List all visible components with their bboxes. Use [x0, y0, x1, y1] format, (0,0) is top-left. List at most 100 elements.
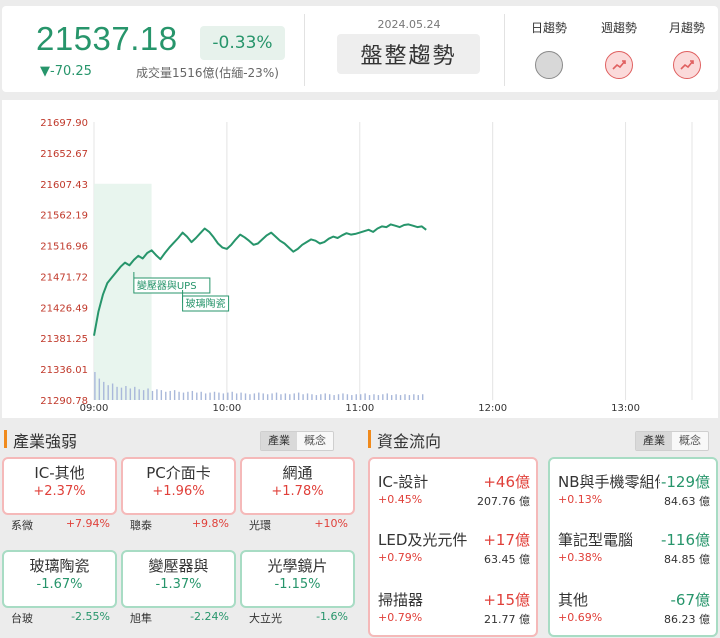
- daily-trend-label: 日趨勢: [530, 21, 567, 35]
- fund-percent: +0.79%: [378, 551, 423, 564]
- leading-stock[interactable]: 旭隼 -2.24%: [130, 610, 229, 630]
- tab-concept[interactable]: 概念: [672, 432, 708, 450]
- industry-name: IC-其他: [34, 464, 85, 482]
- industry-section-title: 產業強弱: [13, 432, 78, 451]
- industry-card[interactable]: PC介面卡 +1.96%: [121, 457, 236, 515]
- stock-name: 旭隼: [130, 612, 152, 625]
- industry-card[interactable]: IC-其他 +2.37%: [2, 457, 117, 515]
- industry-section-header: 產業強弱: [4, 428, 114, 451]
- trend-up-icon[interactable]: [673, 51, 701, 79]
- volume-bar: [240, 392, 242, 400]
- volume-bar: [191, 390, 194, 400]
- annotation-label: 玻璃陶瓷: [186, 297, 226, 310]
- fund-total: 207.76 億: [477, 495, 530, 508]
- volume-bar: [302, 394, 304, 400]
- leading-stock[interactable]: 光環 +10%: [249, 517, 348, 537]
- volume-bar: [231, 391, 233, 400]
- tab-concept[interactable]: 概念: [297, 432, 333, 450]
- volume-bar: [98, 378, 101, 400]
- intraday-chart[interactable]: 21697.90 21652.67 21607.43 21562.19 21516.96…: [2, 100, 718, 418]
- fund-row[interactable]: 其他 -67億 +0.69% 86.23 億: [550, 589, 716, 629]
- x-tick-label: 13:00: [611, 403, 640, 414]
- fund-name: NB與手機零組件: [558, 473, 662, 491]
- fundflow-section-header: 資金流向: [368, 428, 478, 451]
- fundflow-section-title: 資金流向: [377, 432, 442, 451]
- tab-industry[interactable]: 產業: [261, 432, 297, 450]
- volume-bar: [103, 381, 105, 400]
- fund-amount: -116億: [659, 529, 710, 550]
- circle-neutral-icon[interactable]: [535, 51, 563, 79]
- stock-name: 聰泰: [130, 519, 152, 532]
- volume-bar: [359, 394, 362, 400]
- fund-row[interactable]: IC-設計 +46億 +0.45% 207.76 億: [370, 471, 536, 511]
- volume-bar: [293, 393, 295, 400]
- fund-percent: +0.79%: [378, 611, 423, 624]
- volume-bar: [111, 383, 114, 400]
- industry-name: 變壓器與: [148, 557, 209, 575]
- industry-card[interactable]: 玻璃陶瓷 -1.67%: [2, 550, 117, 608]
- volume-bar: [368, 395, 371, 400]
- fund-name: 掃描器: [378, 591, 424, 609]
- volume-bar: [253, 393, 256, 400]
- industry-tab-group: 產業 概念: [260, 431, 334, 451]
- volume-bar: [196, 392, 198, 400]
- volume-bar: [116, 386, 118, 400]
- leading-stock[interactable]: 大立光 -1.6%: [249, 610, 348, 630]
- fund-row[interactable]: NB與手機零組件 -129億 +0.13% 84.63 億: [550, 471, 716, 511]
- index-percent-badge: -0.33%: [200, 26, 285, 60]
- fund-inflow-panel: IC-設計 +46億 +0.45% 207.76 億 LED及光元件 +17億 …: [368, 457, 538, 637]
- weekly-trend-label: 週趨勢: [600, 21, 637, 35]
- industry-card[interactable]: 光學鏡片 -1.15%: [240, 550, 355, 608]
- fund-total: 63.45 億: [484, 553, 530, 566]
- leading-stock[interactable]: 系微 +7.94%: [11, 517, 110, 537]
- stock-percent: -2.24%: [190, 610, 229, 623]
- volume-bar: [355, 394, 357, 400]
- volume-bar: [333, 395, 335, 400]
- leading-stock[interactable]: 聰泰 +9.8%: [130, 517, 229, 537]
- fund-row[interactable]: LED及光元件 +17億 +0.79% 63.45 億: [370, 529, 536, 569]
- volume-bar: [351, 395, 353, 400]
- industry-percent: -1.37%: [155, 577, 202, 592]
- y-tick-label: 21607.43: [40, 180, 88, 191]
- trend-up-icon[interactable]: [605, 51, 633, 79]
- divider: [504, 14, 505, 86]
- tab-industry[interactable]: 產業: [636, 432, 672, 450]
- volume-bar: [289, 394, 291, 400]
- volume-bar: [249, 394, 251, 400]
- industry-card[interactable]: 變壓器與 -1.37%: [121, 550, 236, 608]
- leading-stock[interactable]: 台玻 -2.55%: [11, 610, 110, 630]
- fund-amount: +46億: [482, 471, 530, 492]
- x-tick-label: 10:00: [212, 403, 241, 414]
- trend-status-box: 盤整趨勢: [337, 34, 480, 74]
- volume-bar: [151, 390, 154, 400]
- volume-bar: [306, 393, 309, 400]
- fund-row[interactable]: 掃描器 +15億 +0.79% 21.77 億: [370, 589, 536, 629]
- monthly-trend-label: 月趨勢: [668, 21, 705, 35]
- volume-bar: [262, 393, 264, 400]
- stock-percent: +7.94%: [65, 517, 110, 530]
- volume-bar: [156, 389, 158, 400]
- volume-bar: [315, 395, 318, 400]
- y-tick-label: 21562.19: [40, 211, 88, 222]
- index-change: ▼-70.25: [40, 64, 92, 79]
- volume-bar: [213, 391, 216, 400]
- stock-name: 系微: [11, 519, 33, 532]
- volume-bar: [390, 395, 393, 400]
- divider: [304, 14, 305, 86]
- fund-percent: +0.69%: [558, 611, 603, 624]
- stock-percent: +10%: [314, 517, 348, 530]
- fund-total: 21.77 億: [484, 613, 530, 626]
- volume-bar: [377, 395, 380, 400]
- volume-bar: [160, 390, 163, 400]
- volume-bar: [399, 395, 402, 400]
- y-tick-label: 21381.25: [40, 334, 88, 345]
- volume-bar: [129, 388, 132, 400]
- industry-name: 玻璃陶瓷: [29, 557, 90, 575]
- stock-percent: -1.6%: [316, 610, 348, 623]
- volume-bar: [395, 394, 397, 400]
- fund-row[interactable]: 筆記型電腦 -116億 +0.38% 84.85 億: [550, 529, 716, 569]
- volume-bar: [142, 390, 145, 400]
- industry-card[interactable]: 網通 +1.78%: [240, 457, 355, 515]
- section-accent-bar: [4, 430, 7, 448]
- stock-name: 台玻: [11, 612, 33, 625]
